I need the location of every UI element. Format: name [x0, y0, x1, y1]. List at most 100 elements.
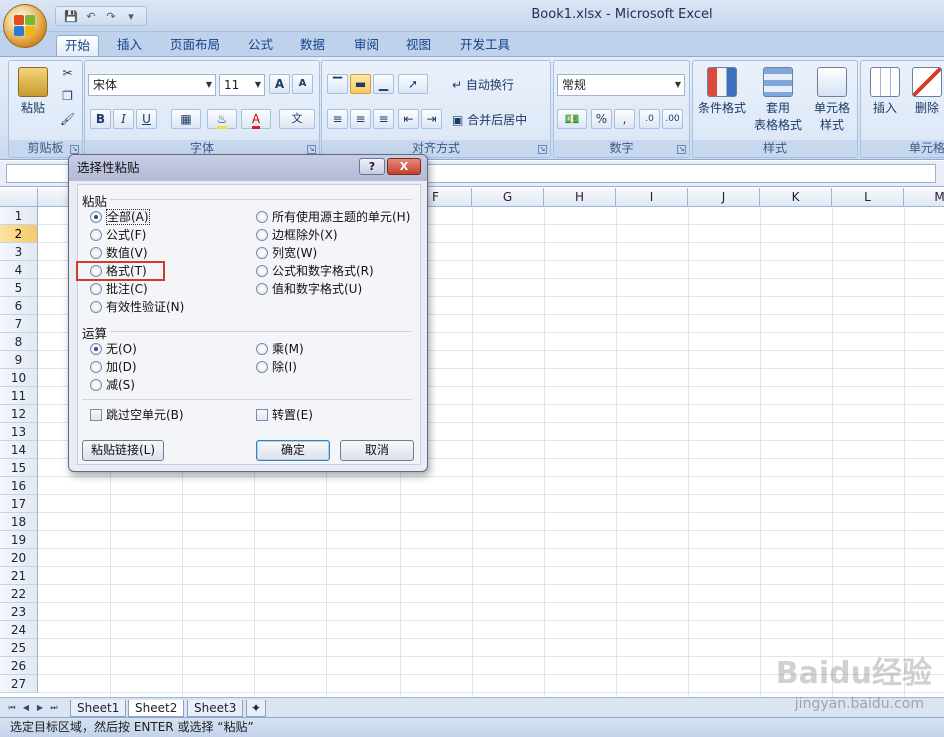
- ok-button[interactable]: 确定: [256, 440, 330, 461]
- border-button[interactable]: ▦: [171, 109, 201, 129]
- align-bottom-icon[interactable]: ▁: [373, 74, 394, 94]
- cancel-button[interactable]: 取消: [340, 440, 414, 461]
- transpose-checkbox[interactable]: 转置(E): [254, 407, 313, 423]
- copy-icon[interactable]: ❐: [57, 87, 78, 107]
- column-header-j[interactable]: J: [688, 188, 760, 207]
- orientation-icon[interactable]: ➚: [398, 74, 428, 94]
- sheet-tab-sheet2[interactable]: Sheet2: [128, 700, 185, 717]
- row-header[interactable]: 13: [0, 423, 38, 441]
- next-sheet-icon[interactable]: ▶: [34, 701, 46, 715]
- increase-indent-icon[interactable]: ⇥: [421, 109, 442, 129]
- operation-option-multiply[interactable]: 乘(M): [254, 341, 304, 357]
- number-format-combo[interactable]: 常规 ▼: [557, 74, 685, 96]
- sheet-tab-sheet3[interactable]: Sheet3: [187, 700, 244, 717]
- row-header[interactable]: 8: [0, 333, 38, 351]
- paste-option-column-widths[interactable]: 列宽(W): [254, 245, 317, 261]
- merge-center-button[interactable]: ▣ 合并后居中: [452, 111, 548, 128]
- operation-option-none[interactable]: 无(O): [88, 341, 137, 357]
- row-header[interactable]: 17: [0, 495, 38, 513]
- row-header[interactable]: 19: [0, 531, 38, 549]
- row-header[interactable]: 2: [0, 225, 38, 243]
- tab-data[interactable]: 数据: [292, 35, 333, 56]
- align-right-icon[interactable]: ≡: [373, 109, 394, 129]
- shrink-font-button[interactable]: A: [292, 74, 313, 94]
- row-header[interactable]: 24: [0, 621, 38, 639]
- tab-home[interactable]: 开始: [56, 35, 100, 56]
- number-launcher-icon[interactable]: ↘: [677, 145, 686, 154]
- column-header-i[interactable]: I: [616, 188, 688, 207]
- wrap-text-button[interactable]: ↵ 自动换行: [452, 76, 548, 93]
- paste-option-values-numbers[interactable]: 值和数字格式(U): [254, 281, 362, 297]
- tab-formulas[interactable]: 公式: [240, 35, 281, 56]
- increase-decimal-icon[interactable]: .0: [639, 109, 660, 129]
- row-header[interactable]: 25: [0, 639, 38, 657]
- comma-button[interactable]: ,: [614, 109, 635, 129]
- grow-font-button[interactable]: A: [269, 74, 290, 94]
- office-button[interactable]: [3, 4, 47, 48]
- format-painter-icon[interactable]: 🖌: [57, 110, 78, 130]
- skip-blanks-checkbox[interactable]: 跳过空单元(B): [88, 407, 184, 423]
- row-header[interactable]: 11: [0, 387, 38, 405]
- help-button[interactable]: ?: [359, 158, 385, 175]
- decrease-indent-icon[interactable]: ⇤: [398, 109, 419, 129]
- row-header[interactable]: 4: [0, 261, 38, 279]
- operation-option-divide[interactable]: 除(I): [254, 359, 297, 375]
- row-header[interactable]: 10: [0, 369, 38, 387]
- prev-sheet-icon[interactable]: ◀: [20, 701, 32, 715]
- paste-option-all[interactable]: 全部(A): [88, 209, 150, 225]
- tab-developer[interactable]: 开发工具: [452, 35, 518, 56]
- column-header-m[interactable]: M: [904, 188, 944, 207]
- bold-button[interactable]: B: [90, 109, 111, 129]
- row-header[interactable]: 26: [0, 657, 38, 675]
- row-header[interactable]: 23: [0, 603, 38, 621]
- format-as-table-button[interactable]: 套用 表格格式: [749, 67, 807, 133]
- tab-page-layout[interactable]: 页面布局: [162, 35, 228, 56]
- column-header-h[interactable]: H: [544, 188, 616, 207]
- row-header[interactable]: 22: [0, 585, 38, 603]
- cell-styles-button[interactable]: 单元格 样式: [807, 67, 857, 133]
- font-launcher-icon[interactable]: ↘: [307, 145, 316, 154]
- row-header[interactable]: 12: [0, 405, 38, 423]
- first-sheet-icon[interactable]: ⏮: [6, 701, 18, 715]
- font-size-combo[interactable]: 11 ▼: [219, 74, 265, 96]
- delete-cells-button[interactable]: 删除: [907, 67, 944, 116]
- paste-option-no-borders[interactable]: 边框除外(X): [254, 227, 338, 243]
- column-header-k[interactable]: K: [760, 188, 832, 207]
- currency-icon[interactable]: 💵: [557, 109, 587, 129]
- paste-option-formulas[interactable]: 公式(F): [88, 227, 146, 243]
- paste-option-formulas-numbers[interactable]: 公式和数字格式(R): [254, 263, 374, 279]
- row-header[interactable]: 7: [0, 315, 38, 333]
- row-header[interactable]: 21: [0, 567, 38, 585]
- operation-option-add[interactable]: 加(D): [88, 359, 137, 375]
- align-left-icon[interactable]: ≡: [327, 109, 348, 129]
- tab-review[interactable]: 审阅: [346, 35, 387, 56]
- row-header[interactable]: 15: [0, 459, 38, 477]
- align-center-icon[interactable]: ≡: [350, 109, 371, 129]
- align-top-icon[interactable]: ▔: [327, 74, 348, 94]
- row-header[interactable]: 18: [0, 513, 38, 531]
- sheet-tab-sheet1[interactable]: Sheet1: [70, 700, 127, 717]
- tab-insert[interactable]: 插入: [109, 35, 150, 56]
- paste-option-source-theme[interactable]: 所有使用源主题的单元(H): [254, 209, 410, 225]
- font-name-combo[interactable]: 宋体 ▼: [88, 74, 216, 96]
- operation-option-subtract[interactable]: 减(S): [88, 377, 135, 393]
- new-sheet-icon[interactable]: ✦: [246, 700, 267, 717]
- align-middle-icon[interactable]: ▬: [350, 74, 371, 94]
- paste-option-values[interactable]: 数值(V): [88, 245, 148, 261]
- paste-button[interactable]: 粘贴: [15, 67, 51, 116]
- pinyin-button[interactable]: 文: [279, 109, 315, 129]
- percent-button[interactable]: %: [591, 109, 612, 129]
- paste-option-validation[interactable]: 有效性验证(N): [88, 299, 184, 315]
- insert-cells-button[interactable]: 插入: [865, 67, 905, 116]
- select-all-corner[interactable]: [0, 188, 38, 207]
- row-header[interactable]: 5: [0, 279, 38, 297]
- paste-link-button[interactable]: 粘贴链接(L): [82, 440, 164, 461]
- font-color-button[interactable]: A: [241, 109, 271, 129]
- alignment-launcher-icon[interactable]: ↘: [538, 145, 547, 154]
- decrease-decimal-icon[interactable]: .00: [662, 109, 683, 129]
- paste-option-comments[interactable]: 批注(C): [88, 281, 148, 297]
- clipboard-launcher-icon[interactable]: ↘: [70, 145, 79, 154]
- row-header[interactable]: 27: [0, 675, 38, 693]
- column-header-g[interactable]: G: [472, 188, 544, 207]
- close-button[interactable]: X: [387, 158, 421, 175]
